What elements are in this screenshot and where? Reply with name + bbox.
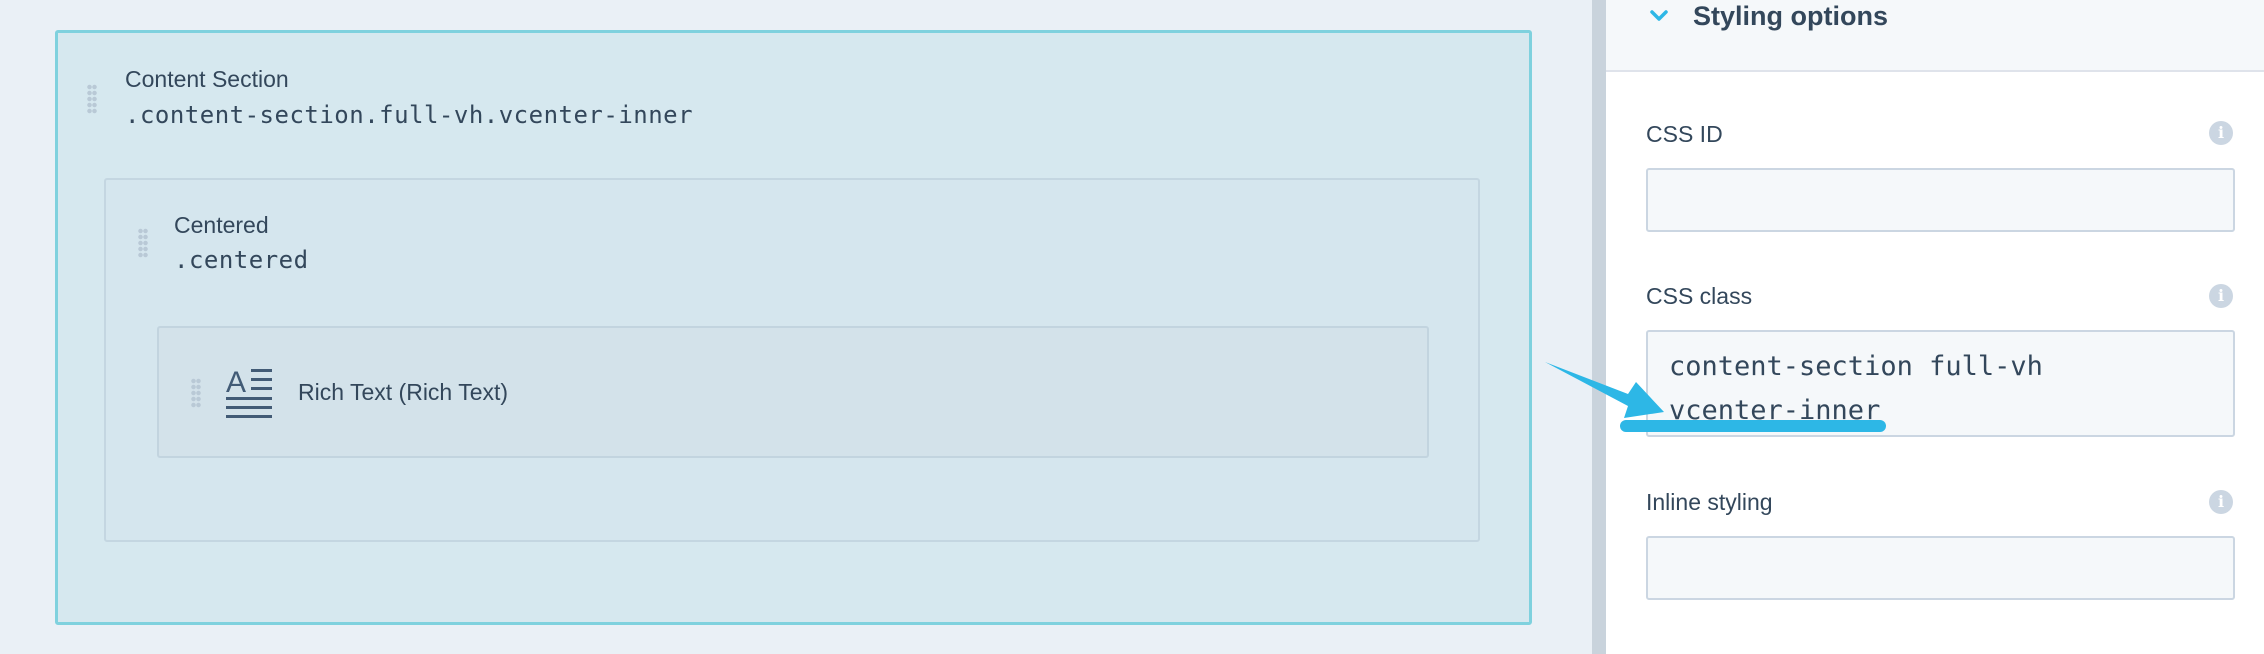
drag-handle-icon[interactable]: [138, 228, 148, 258]
drag-handle-icon[interactable]: [87, 84, 97, 114]
rich-text-label: Rich Text (Rich Text): [298, 379, 509, 405]
styling-options-panel: Styling options CSS ID i CSS class i con…: [1606, 0, 2264, 654]
content-section-class: .content-section.full-vh.vcenter-inner: [125, 101, 694, 129]
inline-styling-label: Inline styling: [1646, 489, 1773, 515]
css-id-label: CSS ID: [1646, 121, 1723, 147]
info-icon[interactable]: i: [2209, 490, 2233, 514]
content-section-title: Content Section: [125, 66, 289, 92]
centered-title: Centered: [174, 212, 269, 238]
editor-canvas: Content Section .content-section.full-vh…: [0, 0, 1592, 654]
info-icon[interactable]: i: [2209, 284, 2233, 308]
rich-text-module[interactable]: A Rich Text (Rich Text): [157, 326, 1429, 458]
styling-options-header[interactable]: Styling options: [1606, 0, 2264, 72]
panel-title: Styling options: [1693, 1, 1888, 31]
css-class-label: CSS class: [1646, 283, 1753, 309]
panel-divider[interactable]: [1592, 0, 1606, 654]
svg-text:A: A: [226, 366, 246, 399]
drag-handle-icon[interactable]: [191, 378, 201, 408]
centered-class: .centered: [174, 246, 309, 274]
chevron-down-icon[interactable]: [1644, 2, 1674, 32]
info-icon[interactable]: i: [2209, 121, 2233, 145]
rich-text-icon: A: [226, 366, 272, 418]
css-id-input[interactable]: [1646, 168, 2235, 232]
inline-styling-input[interactable]: [1646, 536, 2235, 600]
annotation-arrow-icon: [1545, 362, 1664, 418]
